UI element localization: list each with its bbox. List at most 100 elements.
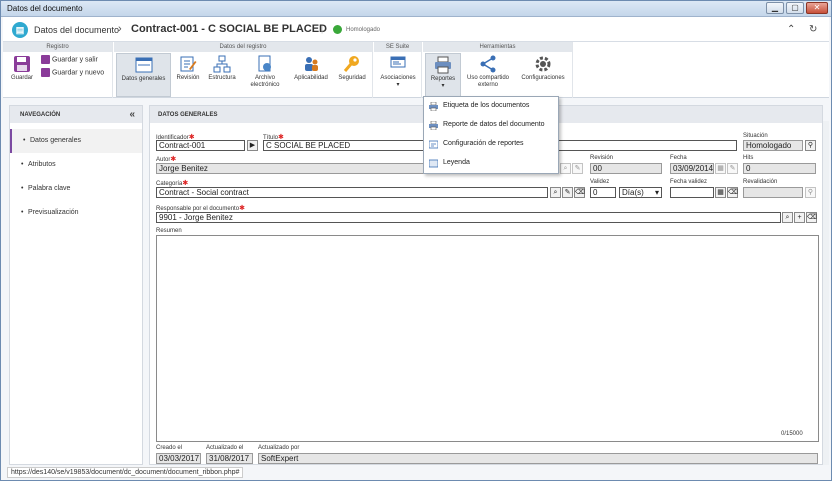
maximize-button[interactable]: ▢: [786, 2, 804, 14]
uso-compartido-label: Uso compartido externo: [466, 75, 510, 88]
aplicabilidad-button[interactable]: Aplicabilidad: [290, 53, 332, 97]
fecha-validez-label: Fecha validez: [670, 179, 708, 185]
gear-icon: [535, 56, 551, 72]
nav-item-palabra-clave[interactable]: • Palabra clave: [10, 177, 142, 201]
seguridad-button[interactable]: Seguridad: [334, 53, 370, 97]
revision-button[interactable]: Revisión: [173, 53, 203, 97]
reportes-button[interactable]: Reportes ▾: [425, 53, 461, 97]
fecha-field: 03/09/2014: [670, 163, 714, 174]
menu-item-label: Configuración de reportes: [443, 140, 524, 147]
bullet-icon: •: [21, 161, 24, 168]
navigation-header: NAVEGACIÓN «: [10, 106, 142, 123]
reportes-label: Reportes: [430, 76, 456, 82]
arrow-right-icon[interactable]: ▶: [247, 140, 258, 151]
divider: |: [321, 25, 324, 34]
situacion-label: Situación: [743, 133, 768, 139]
binoculars-icon[interactable]: ⚲: [805, 187, 816, 198]
menu-item-etiqueta[interactable]: Etiqueta de los documentos: [424, 97, 558, 116]
search-icon[interactable]: ⌕: [782, 212, 793, 223]
edit-icon[interactable]: ✎: [562, 187, 573, 198]
chevrons-up-icon[interactable]: ⌃: [787, 24, 795, 35]
collapse-panel-icon[interactable]: «: [129, 109, 135, 120]
archivo-electronico-label: Archivo electrónico: [250, 75, 280, 88]
clear-icon[interactable]: ⌫: [806, 212, 817, 223]
categoria-label: Categoría✱: [156, 180, 189, 187]
validez-unit-select[interactable]: Día(s) ▾: [619, 187, 662, 198]
dropdown-arrow-icon: ▾: [441, 83, 445, 89]
save-and-exit-label: Guardar y salir: [51, 56, 98, 64]
asociaciones-label: Asociaciones: [380, 75, 416, 81]
chevron-down-icon: ▾: [654, 188, 659, 197]
clear-icon[interactable]: ✎: [572, 163, 583, 174]
revalidacion-field: [743, 187, 803, 198]
nav-item-atributos[interactable]: • Atributos: [10, 153, 142, 177]
ribbon-group-herramientas: Herramientas Reportes ▾ Uso compartido ex…: [423, 42, 573, 98]
ribbon-group-registro: Registro Guardar Guardar y salir Guardar…: [3, 42, 113, 98]
document-app-icon: ▤: [12, 22, 28, 38]
validez-input[interactable]: 0: [590, 187, 616, 198]
save-button[interactable]: Guardar: [6, 53, 38, 97]
add-icon[interactable]: +: [794, 212, 805, 223]
asociaciones-button[interactable]: Asociaciones ▾: [376, 53, 420, 97]
nav-item-label: Palabra clave: [28, 185, 71, 192]
window-title: Datos del documento: [7, 4, 83, 13]
resumen-textarea[interactable]: [156, 235, 819, 442]
categoria-input[interactable]: Contract - Social contract: [156, 187, 548, 198]
document-title: Contract-001 - C SOCIAL BE PLACED: [131, 23, 327, 35]
ribbon-toolbar: Registro Guardar Guardar y salir Guardar…: [3, 42, 829, 98]
key-icon: [343, 56, 359, 72]
breadcrumb-separator-icon: ›: [118, 23, 122, 35]
estructura-button[interactable]: Estructura: [205, 53, 239, 97]
menu-item-configuracion-reportes[interactable]: Configuración de reportes: [424, 135, 558, 154]
fecha-validez-input[interactable]: [670, 187, 714, 198]
datos-generales-button[interactable]: Datos generales: [116, 53, 171, 97]
archivo-electronico-button[interactable]: Archivo electrónico: [241, 53, 289, 97]
legend-icon: [429, 159, 438, 168]
floppy-exit-icon: [41, 55, 50, 64]
clear-icon[interactable]: ⌫: [574, 187, 585, 198]
menu-item-reporte-datos[interactable]: Reporte de datos del documento: [424, 116, 558, 135]
vertical-scrollbar[interactable]: [823, 121, 829, 465]
bullet-icon: •: [23, 137, 26, 144]
breadcrumb-section[interactable]: Datos del documento: [34, 25, 119, 35]
nav-item-previsualizacion[interactable]: • Previsualización: [10, 201, 142, 225]
edit-document-icon: [180, 56, 197, 72]
responsable-label: Responsable por el documento✱: [156, 205, 245, 212]
calendar-icon[interactable]: ▦: [715, 163, 726, 174]
configuraciones-button[interactable]: Configuraciones: [515, 53, 571, 97]
required-icon: ✱: [170, 156, 177, 163]
binoculars-icon[interactable]: ⚲: [805, 140, 816, 151]
validez-label: Validez: [590, 179, 610, 185]
minimize-button[interactable]: ▁: [766, 2, 784, 14]
hits-field: 0: [743, 163, 816, 174]
actualizado-por-field: SoftExpert: [258, 453, 818, 464]
clear-date-icon[interactable]: ✎: [727, 163, 738, 174]
identificador-input[interactable]: Contract-001: [156, 140, 245, 151]
search-icon[interactable]: ⌕: [560, 163, 571, 174]
nav-item-label: Previsualización: [28, 209, 79, 216]
save-and-exit-button[interactable]: Guardar y salir: [41, 55, 98, 64]
search-icon[interactable]: ⌕: [550, 187, 561, 198]
refresh-icon[interactable]: ↻: [809, 24, 817, 35]
fecha-label: Fecha: [670, 155, 687, 161]
menu-item-leyenda[interactable]: Leyenda: [424, 154, 558, 173]
document-header: ▤ Datos del documento › Contract-001 - C…: [3, 17, 829, 42]
nav-item-label: Datos generales: [30, 137, 81, 144]
save-and-new-button[interactable]: Guardar y nuevo: [41, 68, 104, 77]
calendar-icon[interactable]: ▦: [715, 187, 726, 198]
clear-date-icon[interactable]: ⌫: [727, 187, 738, 198]
actualizado-por-label: Actualizado por: [258, 445, 300, 451]
ribbon-group-title: Herramientas: [423, 42, 572, 52]
application-window: Datos del documento ▁ ▢ ✕ ▤ Datos del do…: [0, 0, 832, 481]
required-icon: ✱: [182, 180, 189, 187]
uso-compartido-externo-button[interactable]: Uso compartido externo: [463, 53, 513, 97]
printer-icon: [435, 56, 451, 74]
printer-icon: [429, 102, 438, 111]
bullet-icon: •: [21, 185, 24, 192]
users-icon: [305, 57, 318, 71]
nav-item-datos-generales[interactable]: • Datos generales: [10, 129, 142, 153]
status-badge: Homologado: [346, 27, 381, 33]
responsable-input[interactable]: 9901 - Jorge Benitez: [156, 212, 781, 223]
configuraciones-label: Configuraciones: [521, 75, 565, 81]
close-button[interactable]: ✕: [806, 2, 828, 14]
